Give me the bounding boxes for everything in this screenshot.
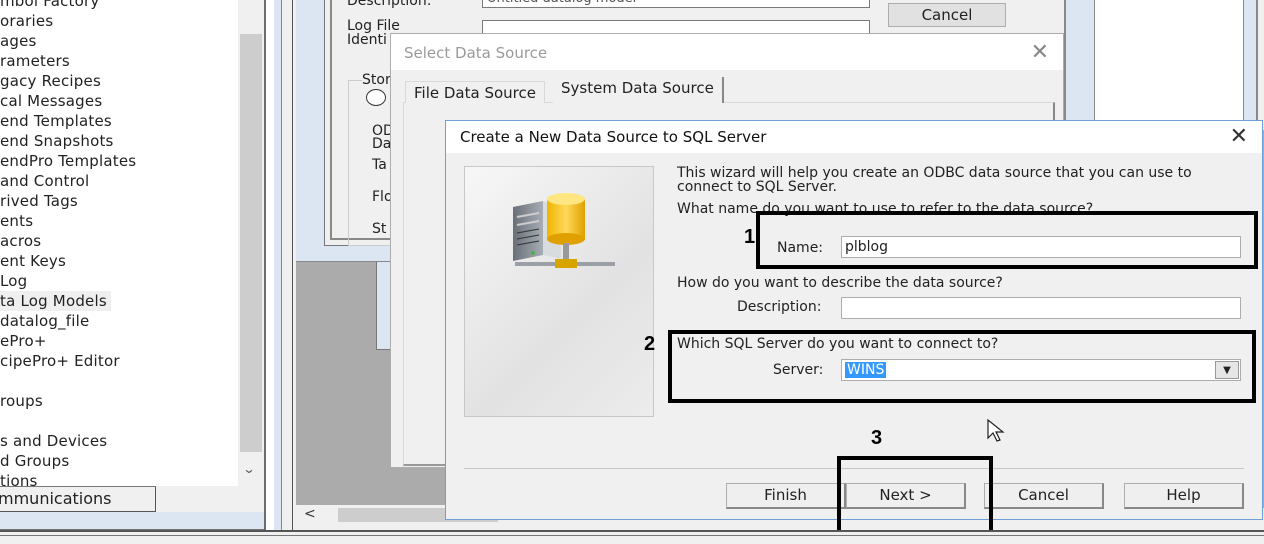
annotation-number-3: 3 (871, 427, 883, 449)
tree-item[interactable]: ePro+ (0, 331, 47, 351)
storage-radio[interactable] (366, 89, 386, 106)
tab-system-data-source[interactable]: System Data Source (553, 77, 724, 103)
storage-label: Stor (362, 72, 391, 88)
tree-item[interactable]: end Snapshots (0, 131, 114, 151)
scroll-down-icon[interactable]: ⌄ (242, 462, 255, 476)
description-input[interactable] (841, 297, 1241, 319)
description-question: How do you want to describe the data sou… (677, 275, 1003, 291)
annotation-box-2 (668, 330, 1256, 403)
description-field[interactable]: Untitled datalog model (482, 0, 870, 8)
background-cancel-button[interactable]: Cancel (888, 3, 1006, 27)
tree-item[interactable]: oraries (0, 11, 53, 31)
tree-item[interactable]: mbol Factory (0, 0, 99, 11)
tree-scrollbar-thumb[interactable] (240, 34, 262, 452)
tree-item[interactable]: ent Keys (0, 251, 66, 271)
annotation-box-1 (756, 211, 1258, 269)
annotation-box-3 (837, 456, 993, 536)
tree-item[interactable]: acros (0, 231, 41, 251)
tree-item[interactable]: ents (0, 211, 33, 231)
log-file-label-2: Identi (347, 32, 387, 48)
tree-item[interactable]: gacy Recipes (0, 71, 101, 91)
log-file-label: Log File (347, 18, 400, 34)
tree-item[interactable]: cal Messages (0, 91, 102, 111)
tree-item[interactable]: rameters (0, 51, 70, 71)
tree-item[interactable]: tions (0, 471, 38, 486)
tree-scrollbar[interactable]: ⌄ (238, 0, 264, 486)
string-label: St (372, 221, 387, 237)
status-strip (0, 530, 1264, 544)
close-icon[interactable]: ✕ (1031, 40, 1049, 65)
right-pane-edge (1256, 0, 1264, 130)
close-icon[interactable]: ✕ (1230, 124, 1248, 149)
splitter[interactable] (264, 0, 282, 530)
tree-item[interactable]: ages (0, 31, 37, 51)
tab-communications-label: mmunications (0, 489, 112, 508)
tree-item[interactable]: datalog_file (0, 311, 89, 331)
tree-item[interactable]: and Control (0, 171, 89, 191)
tree-item[interactable]: s and Devices (0, 431, 107, 451)
project-tree: mbol Factory oraries ages rameters gacy Reci… (0, 0, 264, 486)
tree-item[interactable]: d Groups (0, 451, 69, 471)
odbc-label-2: Da (372, 136, 392, 152)
cancel-button[interactable]: Cancel (984, 483, 1104, 509)
tree-item[interactable]: cipePro+ Editor (0, 351, 120, 371)
right-pane (1066, 0, 1264, 130)
tab-communications[interactable]: mmunications (0, 486, 156, 512)
annotation-number-1: 1 (744, 226, 756, 248)
tree-item[interactable]: rived Tags (0, 191, 78, 211)
tree-item[interactable]: Log (0, 271, 27, 291)
tree-item[interactable]: roups (0, 391, 43, 411)
tree-item[interactable]: endPro Templates (0, 151, 136, 171)
create-dsn-title: Create a New Data Source to SQL Server (460, 128, 767, 146)
create-dsn-titlebar: Create a New Data Source to SQL Server ✕ (446, 121, 1262, 153)
scroll-left-icon[interactable]: < (304, 506, 316, 522)
select-data-source-titlebar: Select Data Source ✕ (391, 34, 1063, 70)
description-label: Description: (347, 0, 432, 9)
tree-item[interactable]: ta Log Models (0, 291, 111, 311)
database-server-icon (513, 193, 615, 268)
help-button[interactable]: Help (1124, 483, 1244, 509)
intro-text-2: connect to SQL Server. (677, 179, 837, 195)
select-data-source-title: Select Data Source (404, 44, 548, 62)
table-label: Ta (372, 157, 387, 173)
description-label: Description: (737, 299, 822, 315)
right-pane-content (1094, 0, 1244, 130)
mouse-cursor-icon (987, 418, 1005, 442)
annotation-number-2: 2 (644, 333, 656, 355)
finish-button[interactable]: Finish (726, 483, 846, 509)
tab-file-data-source[interactable]: File Data Source (405, 81, 545, 103)
left-panel-footer (0, 512, 264, 530)
wizard-image (464, 166, 654, 417)
tree-item[interactable]: end Templates (0, 111, 112, 131)
